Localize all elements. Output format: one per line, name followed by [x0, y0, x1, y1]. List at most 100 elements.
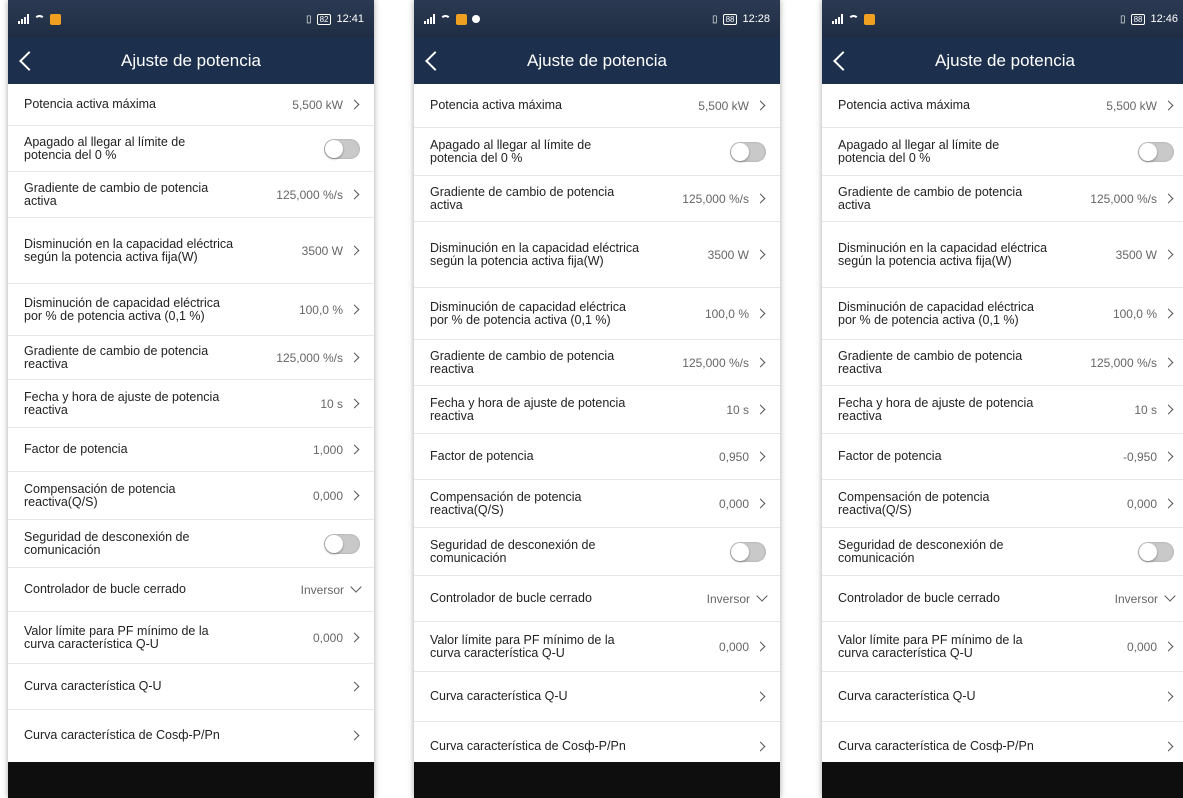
row-power-factor[interactable]: Factor de potencia 1,000 — [8, 428, 374, 472]
row-label: Curva característica Q-U — [24, 679, 162, 693]
row-power-factor[interactable]: Factor de potencia -0,950 — [822, 434, 1183, 480]
app-notification-icon — [50, 13, 61, 25]
row-label: Seguridad de desconexión de comunicación — [838, 537, 1004, 565]
row-label: Seguridad de desconexión de comunicación — [430, 537, 596, 565]
row-pf-limit[interactable]: Valor límite para PF mínimo de la curva … — [414, 622, 780, 672]
back-arrow-icon[interactable] — [425, 51, 445, 71]
battery-icon: 88 — [722, 13, 738, 25]
row-value: 125,000 %/s — [682, 191, 749, 206]
row-reactive-adjust-time[interactable]: Fecha y hora de ajuste de potencia react… — [8, 380, 374, 428]
toggle-knob — [1139, 142, 1157, 161]
row-label: Compensación de potencia reactiva(Q/S) — [430, 489, 582, 517]
row-value: 10 s — [1134, 402, 1157, 417]
phone-screen-3: ▯ 88 12:46 Ajuste de potencia Potencia a… — [822, 0, 1183, 798]
row-max-active-power[interactable]: Potencia activa máxima 5,500 kW — [822, 84, 1183, 128]
status-time: 12:41 — [336, 13, 364, 25]
row-qu-curve[interactable]: Curva característica Q-U — [414, 672, 780, 722]
row-comm-disconnect[interactable]: Seguridad de desconexión de comunicación — [822, 528, 1183, 576]
row-shutdown-limit[interactable]: Apagado al llegar al límite de potencia … — [822, 128, 1183, 176]
row-closed-loop[interactable]: Controlador de bucle cerrado Inversor — [822, 576, 1183, 622]
row-label: Fecha y hora de ajuste de potencia react… — [838, 395, 1034, 423]
row-fixed-derating[interactable]: Disminución en la capacidad eléctrica se… — [414, 222, 780, 288]
row-value: 10 s — [320, 396, 343, 411]
status-bar: ▯ 88 12:46 — [822, 0, 1183, 38]
toggle-knob — [325, 534, 343, 553]
row-pf-limit[interactable]: Valor límite para PF mínimo de la curva … — [8, 612, 374, 664]
row-value: 125,000 %/s — [1090, 355, 1157, 370]
chevron-right-icon — [349, 398, 360, 409]
row-fixed-derating[interactable]: Disminución en la capacidad eléctrica se… — [8, 218, 374, 284]
row-reactive-compensation[interactable]: Compensación de potencia reactiva(Q/S) 0… — [8, 472, 374, 520]
toggle-switch[interactable] — [730, 541, 766, 562]
row-label: Disminución en la capacidad eléctrica se… — [838, 240, 1048, 268]
row-label: Controlador de bucle cerrado — [430, 591, 592, 605]
chevron-right-icon — [1163, 357, 1174, 368]
row-label: Disminución de capacidad eléctrica por %… — [430, 299, 626, 327]
row-closed-loop[interactable]: Controlador de bucle cerrado Inversor — [8, 568, 374, 612]
navigation-bar — [822, 762, 1183, 798]
chevron-right-icon — [1163, 193, 1174, 204]
row-percent-derating[interactable]: Disminución de capacidad eléctrica por %… — [8, 284, 374, 336]
row-percent-derating[interactable]: Disminución de capacidad eléctrica por %… — [414, 288, 780, 340]
toggle-switch[interactable] — [1138, 141, 1174, 162]
row-label: Controlador de bucle cerrado — [24, 582, 186, 596]
back-arrow-icon[interactable] — [833, 51, 853, 71]
settings-list: Potencia activa máxima 5,500 kW Apagado … — [822, 84, 1183, 770]
row-fixed-derating[interactable]: Disminución en la capacidad eléctrica se… — [822, 222, 1183, 288]
row-active-gradient[interactable]: Gradiente de cambio de potencia activa 1… — [8, 172, 374, 218]
row-max-active-power[interactable]: Potencia activa máxima 5,500 kW — [414, 84, 780, 128]
page-title: Ajuste de potencia — [121, 51, 261, 70]
row-power-factor[interactable]: Factor de potencia 0,950 — [414, 434, 780, 480]
row-label: Valor límite para PF mínimo de la curva … — [24, 623, 209, 651]
toggle-knob — [731, 142, 749, 161]
row-label: Apagado al llegar al límite de potencia … — [838, 137, 1000, 165]
wifi-icon — [848, 15, 859, 23]
toggle-switch[interactable] — [1138, 541, 1174, 562]
row-label: Apagado al llegar al límite de potencia … — [430, 137, 592, 165]
row-active-gradient[interactable]: Gradiente de cambio de potencia activa 1… — [822, 176, 1183, 222]
row-pf-limit[interactable]: Valor límite para PF mínimo de la curva … — [822, 622, 1183, 672]
toggle-switch[interactable] — [324, 533, 360, 554]
row-shutdown-limit[interactable]: Apagado al llegar al límite de potencia … — [8, 126, 374, 172]
row-cosphi-curve[interactable]: Curva característica de Cosф-P/Pn — [8, 710, 374, 760]
toggle-switch[interactable] — [324, 138, 360, 159]
row-percent-derating[interactable]: Disminución de capacidad eléctrica por %… — [822, 288, 1183, 340]
app-notification-icon — [864, 13, 875, 25]
row-comm-disconnect[interactable]: Seguridad de desconexión de comunicación — [414, 528, 780, 576]
row-qu-curve[interactable]: Curva característica Q-U — [8, 664, 374, 710]
row-active-gradient[interactable]: Gradiente de cambio de potencia activa 1… — [414, 176, 780, 222]
row-reactive-adjust-time[interactable]: Fecha y hora de ajuste de potencia react… — [822, 386, 1183, 434]
row-max-active-power[interactable]: Potencia activa máxima 5,500 kW — [8, 84, 374, 126]
row-reactive-adjust-time[interactable]: Fecha y hora de ajuste de potencia react… — [414, 386, 780, 434]
row-value: 125,000 %/s — [1090, 191, 1157, 206]
row-label: Gradiente de cambio de potencia reactiva — [430, 348, 615, 376]
toggle-knob — [731, 542, 749, 561]
row-value: 3500 W — [707, 247, 749, 262]
row-closed-loop[interactable]: Controlador de bucle cerrado Inversor — [414, 576, 780, 622]
back-arrow-icon[interactable] — [19, 51, 39, 71]
chevron-right-icon — [349, 352, 360, 363]
row-reactive-gradient[interactable]: Gradiente de cambio de potencia reactiva… — [822, 340, 1183, 386]
row-value: 3500 W — [301, 243, 343, 258]
row-label: Compensación de potencia reactiva(Q/S) — [24, 481, 176, 509]
toggle-switch[interactable] — [730, 141, 766, 162]
row-reactive-gradient[interactable]: Gradiente de cambio de potencia reactiva… — [414, 340, 780, 386]
chevron-right-icon — [755, 641, 766, 652]
row-reactive-gradient[interactable]: Gradiente de cambio de potencia reactiva… — [8, 336, 374, 380]
row-value: 100,0 % — [1112, 306, 1157, 321]
row-label: Potencia activa máxima — [24, 97, 157, 111]
row-reactive-compensation[interactable]: Compensación de potencia reactiva(Q/S) 0… — [822, 480, 1183, 528]
row-value: 125,000 %/s — [682, 355, 749, 370]
row-label: Potencia activa máxima — [430, 98, 563, 112]
chevron-right-icon — [755, 404, 766, 415]
chevron-right-icon — [1163, 404, 1174, 415]
row-value: -0,950 — [1122, 449, 1157, 464]
status-bar: ▯ 82 12:41 — [8, 0, 374, 38]
row-reactive-compensation[interactable]: Compensación de potencia reactiva(Q/S) 0… — [414, 480, 780, 528]
vibrate-icon: ▯ — [712, 13, 718, 25]
chevron-right-icon — [755, 357, 766, 368]
row-shutdown-limit[interactable]: Apagado al llegar al límite de potencia … — [414, 128, 780, 176]
phone-screen-1: ▯ 82 12:41 Ajuste de potencia Potencia a… — [8, 0, 374, 798]
row-comm-disconnect[interactable]: Seguridad de desconexión de comunicación — [8, 520, 374, 568]
row-qu-curve[interactable]: Curva característica Q-U — [822, 672, 1183, 722]
